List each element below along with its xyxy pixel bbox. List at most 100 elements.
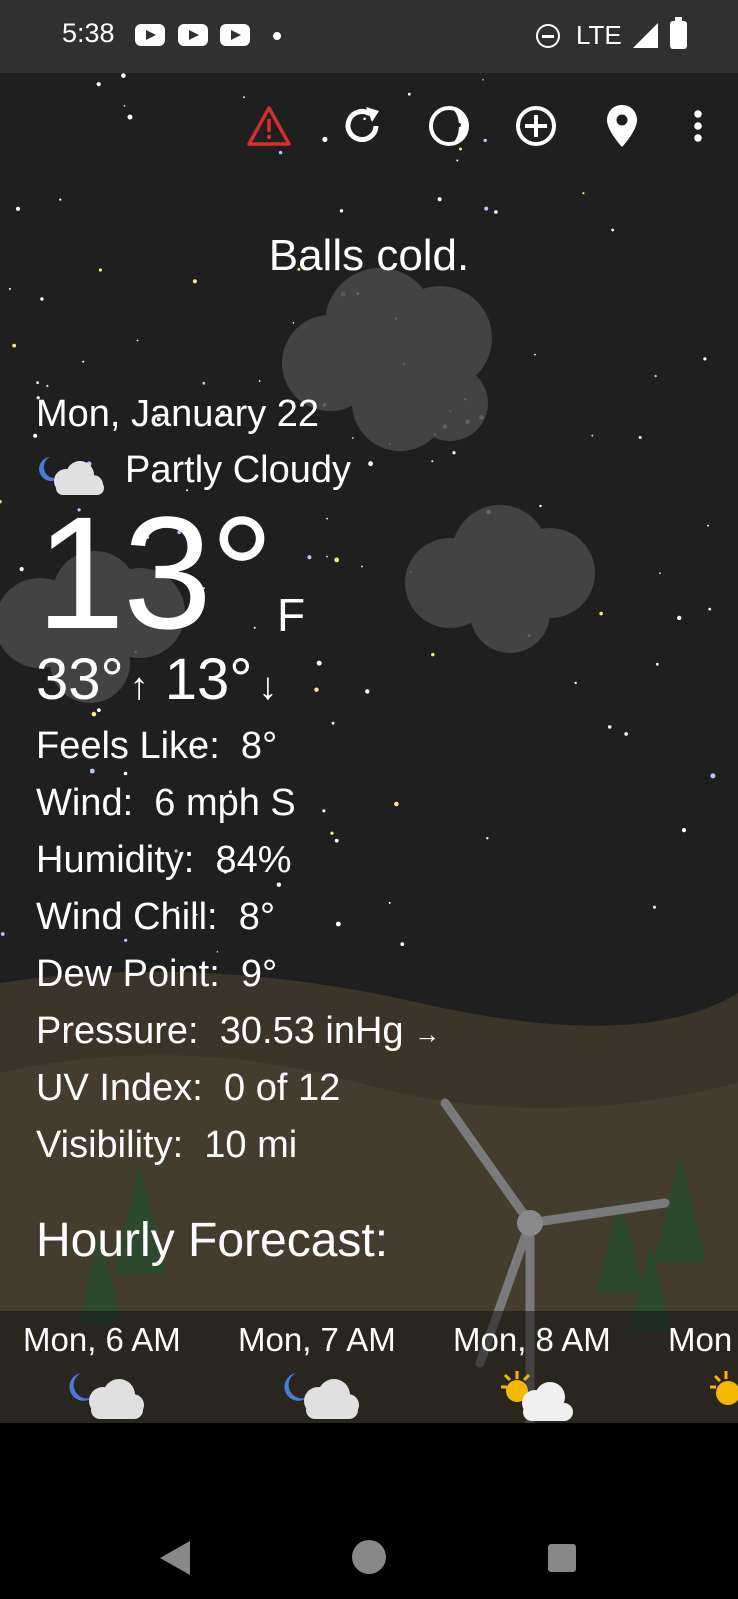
hourly-forecast-title: Hourly Forecast: bbox=[36, 1214, 389, 1267]
star bbox=[136, 339, 139, 342]
star bbox=[82, 360, 85, 363]
star bbox=[46, 384, 49, 388]
star bbox=[388, 901, 391, 904]
star bbox=[0, 500, 2, 504]
star bbox=[703, 357, 707, 361]
hourly-forecast-list[interactable]: Mon, 6 AM Mon, 7 AM Mon, 8 AM Mon bbox=[0, 1311, 738, 1423]
star bbox=[483, 138, 487, 143]
star bbox=[437, 197, 442, 202]
star bbox=[608, 725, 612, 729]
more-vert-icon[interactable] bbox=[673, 101, 723, 151]
star bbox=[653, 905, 656, 909]
star bbox=[123, 771, 128, 776]
recents-icon[interactable] bbox=[548, 1544, 576, 1572]
hourly-time: Mon, 6 AM bbox=[23, 1321, 181, 1358]
star bbox=[494, 210, 498, 214]
detail-wind: Wind: 6 mph S bbox=[36, 782, 296, 825]
star bbox=[123, 105, 126, 107]
detail-label: UV Index: bbox=[36, 1067, 203, 1109]
star bbox=[708, 607, 712, 611]
detail-value: 8° bbox=[238, 896, 276, 938]
star bbox=[12, 343, 17, 348]
star bbox=[258, 380, 261, 382]
hourly-time: Mon, 7 AM bbox=[238, 1321, 396, 1358]
detail-uv-index: UV Index: 0 of 12 bbox=[36, 1067, 340, 1110]
navigation-bar bbox=[0, 1423, 738, 1599]
detail-value: 9° bbox=[240, 953, 278, 995]
star bbox=[339, 209, 344, 213]
star bbox=[368, 461, 373, 467]
star bbox=[482, 79, 484, 81]
star bbox=[624, 732, 628, 736]
detail-label: Visibility: bbox=[36, 1124, 184, 1166]
add-location-icon[interactable] bbox=[511, 101, 561, 151]
partly-cloudy-day-icon bbox=[495, 1367, 575, 1423]
screen: 5:38 LTE Balls cold. Mon, January 22 Par… bbox=[0, 0, 738, 1599]
star bbox=[456, 159, 459, 162]
hourly-time: Mon bbox=[668, 1321, 733, 1358]
do-not-disturb-icon bbox=[536, 24, 560, 48]
sun-icon bbox=[706, 1367, 738, 1423]
hourly-item[interactable]: Mon, 7 AM bbox=[238, 1321, 448, 1359]
alert-triangle-icon[interactable] bbox=[244, 101, 294, 151]
weather-scene: Balls cold. Mon, January 22 Partly Cloud… bbox=[0, 73, 738, 1423]
youtube-icon bbox=[220, 24, 250, 46]
high-low: 33° ↑ 13° ↓ bbox=[36, 646, 277, 713]
star bbox=[599, 611, 603, 616]
temperature-unit: F bbox=[277, 589, 306, 641]
detail-value: 6 mph S bbox=[154, 782, 296, 824]
star bbox=[202, 381, 206, 385]
star bbox=[0, 932, 5, 936]
star bbox=[276, 882, 281, 887]
detail-label: Wind Chill: bbox=[36, 896, 218, 938]
star bbox=[574, 681, 577, 685]
moon-phase-icon[interactable] bbox=[424, 101, 474, 151]
star bbox=[400, 942, 405, 946]
detail-visibility: Visibility: 10 mi bbox=[36, 1124, 297, 1167]
location-pin-icon[interactable] bbox=[597, 101, 647, 151]
hourly-time: Mon, 8 AM bbox=[453, 1321, 611, 1358]
star bbox=[452, 451, 456, 455]
detail-pressure: Pressure: 30.53 inHg → bbox=[36, 1010, 440, 1053]
star bbox=[124, 938, 128, 942]
status-time: 5:38 bbox=[62, 18, 115, 48]
home-icon[interactable] bbox=[352, 1540, 386, 1574]
youtube-icon bbox=[178, 24, 208, 46]
hourly-item[interactable]: Mon, 6 AM bbox=[23, 1321, 233, 1359]
status-bar: 5:38 LTE bbox=[0, 0, 738, 73]
detail-wind-chill: Wind Chill: 8° bbox=[36, 896, 275, 939]
star bbox=[582, 192, 585, 195]
star bbox=[278, 150, 283, 155]
star bbox=[394, 801, 399, 807]
star bbox=[539, 504, 542, 508]
star bbox=[96, 82, 101, 87]
detail-label: Dew Point: bbox=[36, 953, 220, 995]
low-temp: 13° bbox=[164, 647, 253, 712]
star bbox=[316, 660, 322, 666]
refresh-icon[interactable] bbox=[337, 101, 387, 151]
star bbox=[292, 322, 295, 324]
hourly-item[interactable]: Mon bbox=[668, 1321, 738, 1359]
star bbox=[331, 721, 335, 725]
star bbox=[89, 768, 95, 774]
star bbox=[352, 437, 354, 439]
star bbox=[681, 828, 687, 833]
star bbox=[431, 652, 435, 657]
battery-icon bbox=[670, 17, 687, 49]
hourly-item[interactable]: Mon, 8 AM bbox=[453, 1321, 663, 1359]
network-type: LTE bbox=[576, 20, 622, 50]
star bbox=[326, 517, 328, 520]
star bbox=[534, 353, 536, 356]
high-temp: 33° bbox=[36, 647, 124, 712]
star bbox=[322, 809, 326, 813]
star bbox=[243, 96, 245, 99]
signal-icon bbox=[633, 23, 658, 48]
weather-tagline: Balls cold. bbox=[268, 231, 470, 280]
star bbox=[360, 565, 363, 568]
back-icon[interactable] bbox=[160, 1541, 190, 1575]
star bbox=[59, 198, 62, 201]
star bbox=[322, 136, 328, 142]
star bbox=[40, 297, 44, 301]
youtube-icon bbox=[135, 24, 165, 46]
detail-label: Humidity: bbox=[36, 839, 195, 881]
